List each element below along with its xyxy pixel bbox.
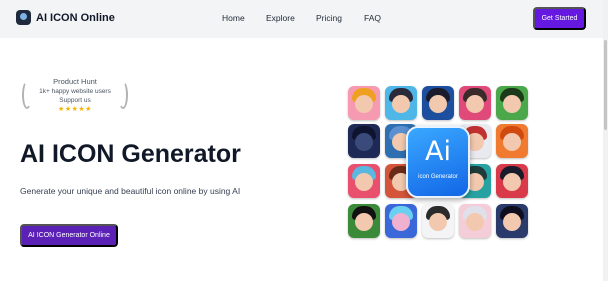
nav-home-link[interactable]: Home bbox=[222, 13, 245, 23]
ai-icon-generator-app-icon: Ai icon Generator bbox=[406, 126, 470, 198]
avatar-icon bbox=[348, 164, 380, 198]
avatar-icon bbox=[459, 204, 491, 238]
nav-explore-link[interactable]: Explore bbox=[266, 13, 295, 23]
page-subtitle: Generate your unique and beautiful icon … bbox=[20, 186, 241, 196]
generator-online-button[interactable]: AI ICON Generator Online bbox=[20, 224, 118, 247]
nav-faq-link[interactable]: FAQ bbox=[364, 13, 381, 23]
avatar-icon bbox=[496, 86, 528, 120]
avatar-icon bbox=[385, 204, 417, 238]
avatar-icon bbox=[348, 124, 380, 158]
nav-pricing-link[interactable]: Pricing bbox=[316, 13, 342, 23]
avatar-icon bbox=[496, 124, 528, 158]
scrollbar[interactable] bbox=[603, 0, 608, 281]
logo-icon bbox=[16, 10, 31, 25]
logo[interactable]: AI ICON Online bbox=[16, 10, 115, 25]
avatar-icon bbox=[459, 86, 491, 120]
product-hunt-badge[interactable]: Product Hunt 1k+ happy website users Sup… bbox=[20, 77, 130, 119]
app-icon-ai-text: Ai bbox=[425, 136, 451, 167]
get-started-button[interactable]: Get Started bbox=[533, 7, 586, 30]
page-title: AI ICON Generator bbox=[20, 140, 241, 168]
logo-text: AI ICON Online bbox=[36, 11, 115, 24]
avatar-icon bbox=[422, 204, 454, 238]
avatar-icon bbox=[422, 86, 454, 120]
icon-showcase-grid: Ai icon Generator bbox=[345, 84, 530, 242]
badge-title: Product Hunt bbox=[53, 77, 97, 86]
avatar-icon bbox=[348, 86, 380, 120]
badge-support-text: Support us bbox=[59, 97, 91, 104]
avatar-icon bbox=[385, 86, 417, 120]
avatar-icon bbox=[496, 164, 528, 198]
star-rating-icon: ★★★★★ bbox=[58, 106, 92, 113]
app-icon-caption: icon Generator bbox=[418, 174, 458, 180]
scrollbar-thumb[interactable] bbox=[604, 40, 607, 130]
avatar-icon bbox=[496, 204, 528, 238]
badge-users-text: 1k+ happy website users bbox=[39, 88, 111, 95]
top-nav-bar: AI ICON Online Home Explore Pricing FAQ … bbox=[0, 0, 608, 38]
avatar-icon bbox=[348, 204, 380, 238]
